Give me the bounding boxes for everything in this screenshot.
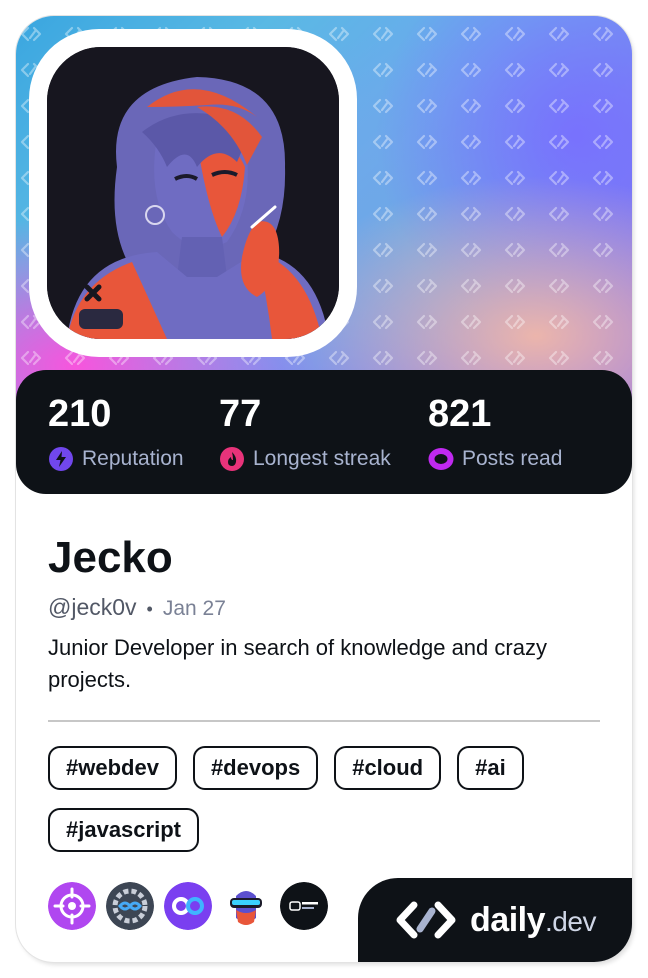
avatar	[47, 47, 339, 339]
handle-row: @jeck0v • Jan 27	[48, 594, 226, 621]
flame-icon	[220, 447, 244, 471]
tag-webdev[interactable]: #webdev	[48, 746, 177, 790]
stat-posts-read: 821 Posts read	[428, 392, 562, 472]
backend-developer-badge-icon	[280, 882, 328, 930]
streak-label: Longest streak	[253, 447, 391, 470]
stat-reputation: 210 Reputation	[48, 392, 184, 472]
lightning-icon	[49, 447, 73, 471]
tag-list: #webdev #devops #cloud #ai #javascript	[48, 746, 608, 852]
posts-read-label: Posts read	[462, 447, 563, 470]
daily-dev-logo: daily.dev	[358, 878, 632, 962]
separator-dot: •	[146, 599, 153, 619]
infinity-badge-icon	[164, 882, 212, 930]
brand-suffix: .dev	[545, 905, 596, 937]
stats-bar: 210 Reputation 77 Longest streak 821 Pos…	[16, 370, 632, 494]
brand-name: daily	[470, 900, 546, 939]
tag-cloud[interactable]: #cloud	[334, 746, 442, 790]
reputation-value: 210	[48, 393, 112, 435]
stat-longest-streak: 77 Longest streak	[219, 392, 391, 472]
reputation-label: Reputation	[82, 447, 184, 470]
posts-read-value: 821	[428, 393, 492, 435]
eye-icon	[428, 448, 454, 470]
bio: Junior Developer in search of knowledge …	[48, 635, 547, 692]
tag-ai[interactable]: #ai	[457, 746, 524, 790]
tag-javascript[interactable]: #javascript	[48, 808, 199, 852]
vr-headset-badge-icon	[222, 882, 270, 930]
infinity-gear-badge-icon	[106, 882, 154, 930]
divider	[48, 720, 600, 722]
badge-list	[48, 882, 328, 930]
username: @jeck0v	[48, 594, 137, 620]
joined-date: Jan 27	[162, 597, 226, 620]
daily-dev-logo-icon	[396, 901, 456, 939]
devcard: 210 Reputation 77 Longest streak 821 Pos…	[16, 16, 632, 962]
tag-devops[interactable]: #devops	[192, 746, 319, 790]
streak-value: 77	[219, 393, 262, 435]
profile-name: Jecko	[48, 533, 173, 582]
crosshair-badge-icon	[48, 882, 96, 930]
